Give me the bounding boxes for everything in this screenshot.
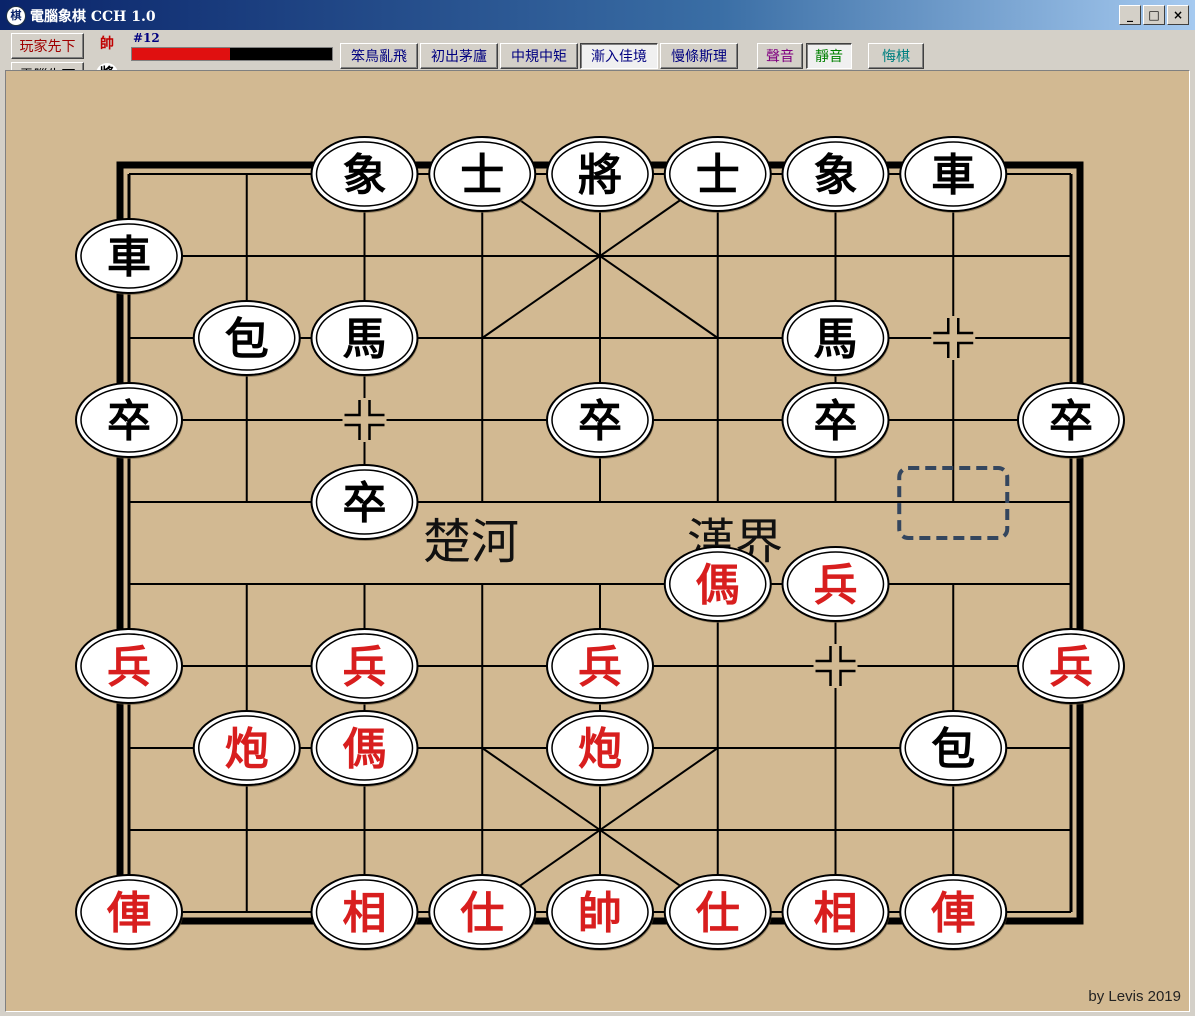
red-piece[interactable]: 傌 bbox=[310, 710, 419, 787]
black-piece[interactable]: 象 bbox=[310, 136, 419, 213]
red-piece[interactable]: 仕 bbox=[428, 874, 537, 951]
close-button[interactable]: × bbox=[1167, 5, 1189, 25]
piece-label: 車 bbox=[107, 232, 151, 283]
red-piece[interactable]: 兵 bbox=[546, 628, 654, 705]
red-piece[interactable]: 仕 bbox=[663, 874, 772, 951]
difficulty-button-4[interactable]: 漸入佳境 bbox=[580, 43, 658, 69]
piece-label: 兵 bbox=[107, 642, 151, 693]
red-piece[interactable]: 相 bbox=[781, 874, 890, 951]
piece-label: 包 bbox=[931, 724, 975, 775]
black-piece[interactable]: 士 bbox=[428, 136, 537, 213]
piece-label: 包 bbox=[225, 314, 269, 365]
black-piece[interactable]: 卒 bbox=[1017, 382, 1125, 459]
red-piece[interactable]: 兵 bbox=[781, 546, 890, 623]
black-piece[interactable]: 將 bbox=[546, 136, 654, 213]
black-piece[interactable]: 象 bbox=[781, 136, 890, 213]
red-piece[interactable]: 兵 bbox=[75, 628, 183, 705]
black-piece[interactable]: 士 bbox=[663, 136, 772, 213]
red-piece[interactable]: 傌 bbox=[663, 546, 772, 623]
red-piece[interactable]: 俥 bbox=[75, 874, 183, 951]
piece-label: 馬 bbox=[343, 314, 387, 365]
maximize-button[interactable]: □ bbox=[1143, 5, 1165, 25]
piece-label: 仕 bbox=[696, 888, 740, 939]
difficulty-button-5[interactable]: 慢條斯理 bbox=[660, 43, 738, 69]
red-piece[interactable]: 炮 bbox=[192, 710, 301, 787]
mark-gap bbox=[931, 335, 976, 341]
red-side-indicator: 帥 bbox=[100, 36, 114, 52]
thinking-progress-fill bbox=[132, 48, 230, 60]
mark-gap bbox=[342, 417, 387, 423]
piece-label: 俥 bbox=[106, 888, 151, 939]
mark-gap bbox=[813, 663, 858, 669]
piece-label: 傌 bbox=[343, 724, 387, 775]
title-bar: 棋 電腦象棋 CCH 1.0 _ □ × bbox=[0, 0, 1195, 30]
piece-label: 炮 bbox=[578, 724, 622, 775]
piece-label: 炮 bbox=[225, 724, 269, 775]
piece-label: 兵 bbox=[578, 642, 622, 693]
piece-label: 俥 bbox=[930, 888, 975, 939]
piece-label: 卒 bbox=[578, 396, 622, 447]
piece-label: 傌 bbox=[696, 560, 740, 611]
window-title: 電腦象棋 CCH 1.0 bbox=[30, 9, 156, 25]
sound-off-button[interactable]: 靜音 bbox=[806, 43, 852, 69]
river-label-left: 楚河 bbox=[423, 514, 519, 570]
black-piece[interactable]: 馬 bbox=[310, 300, 419, 377]
window-controls: _ □ × bbox=[1119, 5, 1189, 25]
move-number: #12 bbox=[133, 31, 160, 45]
red-piece[interactable]: 兵 bbox=[1017, 628, 1125, 705]
thinking-progress-bar bbox=[131, 47, 333, 61]
piece-label: 象 bbox=[343, 150, 387, 201]
red-piece[interactable]: 帥 bbox=[546, 874, 654, 951]
red-piece[interactable]: 俥 bbox=[899, 874, 1008, 951]
piece-label: 兵 bbox=[814, 560, 858, 611]
black-piece[interactable]: 車 bbox=[899, 136, 1008, 213]
black-piece[interactable]: 包 bbox=[192, 300, 301, 377]
black-piece[interactable]: 卒 bbox=[546, 382, 654, 459]
black-piece[interactable]: 車 bbox=[75, 218, 183, 295]
app-icon: 棋 bbox=[6, 6, 26, 26]
black-piece[interactable]: 卒 bbox=[781, 382, 890, 459]
piece-label: 相 bbox=[814, 888, 858, 939]
piece-label: 士 bbox=[460, 150, 504, 201]
black-piece[interactable]: 馬 bbox=[781, 300, 890, 377]
black-piece[interactable]: 卒 bbox=[75, 382, 183, 459]
undo-button[interactable]: 悔棋 bbox=[868, 43, 924, 69]
difficulty-button-3[interactable]: 中規中矩 bbox=[500, 43, 578, 69]
piece-label: 卒 bbox=[814, 396, 858, 447]
piece-label: 卒 bbox=[343, 478, 387, 529]
difficulty-button-2[interactable]: 初出茅廬 bbox=[420, 43, 498, 69]
red-piece[interactable]: 炮 bbox=[546, 710, 654, 787]
piece-label: 卒 bbox=[1049, 396, 1093, 447]
minimize-button[interactable]: _ bbox=[1119, 5, 1141, 25]
piece-label: 兵 bbox=[343, 642, 387, 693]
black-piece[interactable]: 卒 bbox=[310, 464, 419, 541]
piece-label: 帥 bbox=[578, 888, 622, 939]
piece-label: 將 bbox=[578, 150, 622, 201]
credit-text: by Levis 2019 bbox=[1088, 988, 1181, 1005]
black-piece[interactable]: 包 bbox=[899, 710, 1008, 787]
board-svg[interactable]: 楚河 漢界 車象士將士象車包馬馬卒卒卒卒卒包傌 兵兵兵兵兵炮傌炮俥相仕帥仕相俥 bbox=[6, 71, 1189, 1011]
piece-label: 相 bbox=[343, 888, 387, 939]
piece-label: 車 bbox=[931, 150, 975, 201]
player-first-button[interactable]: 玩家先下 bbox=[11, 33, 84, 59]
piece-label: 卒 bbox=[107, 396, 151, 447]
sound-on-button[interactable]: 聲音 bbox=[757, 43, 803, 69]
piece-label: 士 bbox=[696, 150, 740, 201]
piece-label: 馬 bbox=[814, 314, 858, 365]
red-piece[interactable]: 兵 bbox=[310, 628, 419, 705]
piece-label: 象 bbox=[814, 150, 858, 201]
game-board: 楚河 漢界 車象士將士象車包馬馬卒卒卒卒卒包傌兵兵兵兵兵炮傌炮俥相仕帥仕相俥 b… bbox=[5, 70, 1190, 1012]
board-grid bbox=[116, 161, 1084, 925]
difficulty-button-1[interactable]: 笨鳥亂飛 bbox=[340, 43, 418, 69]
red-piece[interactable]: 相 bbox=[310, 874, 419, 951]
piece-label: 仕 bbox=[460, 888, 504, 939]
piece-label: 兵 bbox=[1049, 642, 1093, 693]
